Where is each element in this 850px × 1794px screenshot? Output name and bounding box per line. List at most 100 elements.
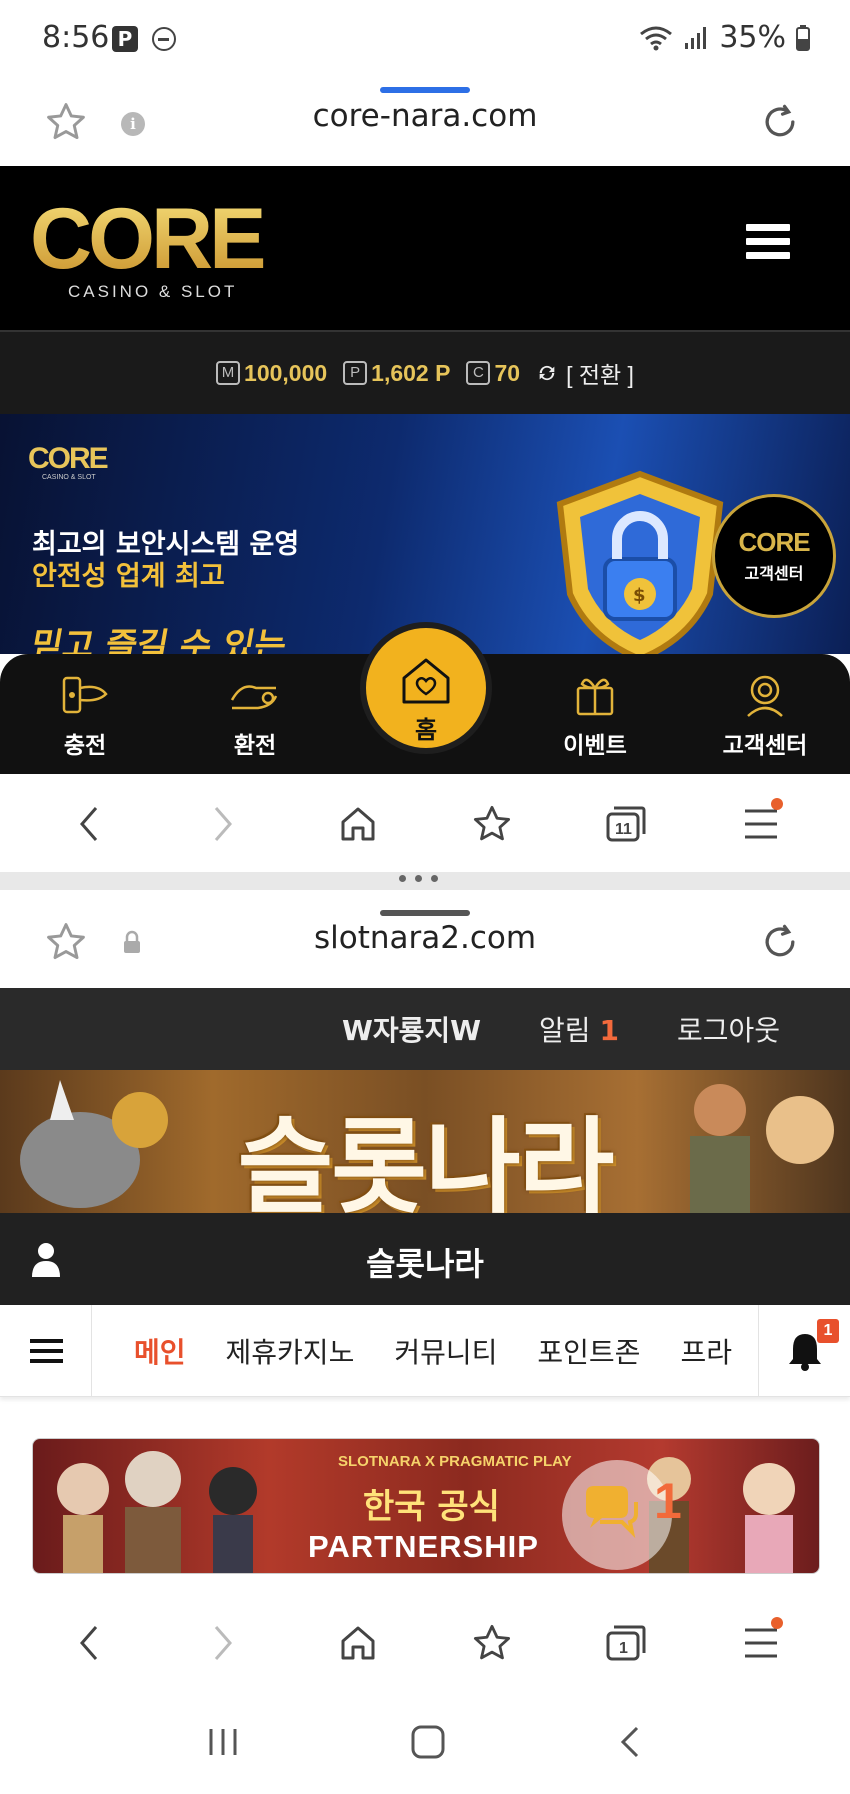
gods-characters-icon xyxy=(57,1451,257,1573)
recent-apps-icon[interactable] xyxy=(205,1726,241,1758)
tabs-icon: 1 xyxy=(606,1625,646,1661)
support-badge[interactable]: CORE 고객센터 xyxy=(712,494,836,618)
back-button[interactable] xyxy=(59,794,119,854)
nav-event[interactable]: 이벤트 xyxy=(510,654,680,774)
money-icon: M xyxy=(216,361,241,385)
back-button[interactable] xyxy=(59,1613,119,1673)
exchange-icon xyxy=(230,685,278,710)
nav-charge[interactable]: 충전 xyxy=(0,654,170,774)
bell-badge: 1 xyxy=(817,1319,839,1343)
home-button[interactable] xyxy=(328,794,388,854)
chat-count: 1 xyxy=(654,1473,682,1529)
do-not-disturb-icon xyxy=(152,27,176,51)
reload-icon[interactable] xyxy=(758,100,802,144)
parking-icon: P xyxy=(112,26,138,52)
back-arrow-icon xyxy=(80,1626,98,1660)
split-divider[interactable] xyxy=(0,872,850,890)
menu-button[interactable] xyxy=(731,794,791,854)
point-icon: P xyxy=(343,361,368,385)
drag-handle-icon[interactable] xyxy=(399,875,438,882)
slotnara-top-bar: W자룡지W 알림 1 로그아웃 xyxy=(0,988,850,1070)
home-square-icon[interactable] xyxy=(410,1724,446,1760)
window-handle[interactable] xyxy=(380,910,470,916)
shield-lock-icon: $ xyxy=(556,470,724,654)
username[interactable]: W자룡지W xyxy=(342,1009,481,1049)
forward-button[interactable] xyxy=(193,794,253,854)
menu-lines-icon xyxy=(744,809,777,839)
refresh-icon xyxy=(539,365,555,381)
menu-hamburger-icon[interactable] xyxy=(746,224,790,262)
nav-exchange[interactable]: 환전 xyxy=(170,654,340,774)
svg-text:CASINO & SLOT: CASINO & SLOT xyxy=(68,282,237,301)
tab-more[interactable]: 프라 xyxy=(680,1331,732,1371)
bottom-browser-nav: 1 xyxy=(0,1596,850,1690)
site-title[interactable]: 슬롯나라 xyxy=(0,1239,850,1285)
battery-text: 35% xyxy=(719,20,786,55)
security-banner[interactable]: CORE CASINO & SLOT 최고의 보안시스템 운영 안전성 업계 최고… xyxy=(0,414,850,654)
balance-bar: M 100,000 P 1,602 P C 70 [ 전환 ] xyxy=(0,330,850,414)
slotnara-banner[interactable]: 슬롯나라 xyxy=(0,1070,850,1213)
partnership-banner[interactable]: SLOTNARA X PRAGMATIC PLAY 한국 공식 PARTNERS… xyxy=(32,1438,820,1574)
window-handle-active[interactable] xyxy=(380,87,470,93)
forward-button[interactable] xyxy=(193,1613,253,1673)
menu-lines-icon xyxy=(744,1628,777,1658)
slotnara-user-bar: 슬롯나라 xyxy=(0,1213,850,1305)
notification-dot xyxy=(770,1617,783,1629)
tabs-button[interactable]: 11 xyxy=(596,794,656,854)
menu-button[interactable] xyxy=(731,1613,791,1673)
bookmarks-star-icon xyxy=(474,805,511,841)
top-browser-nav: 11 xyxy=(0,774,850,874)
core-logo[interactable]: CORE CASINO & SLOT xyxy=(28,194,283,304)
back-arrow-icon xyxy=(80,807,98,841)
home-heart-icon xyxy=(402,658,450,704)
notification-dot xyxy=(770,798,783,810)
top-url-bar: i core-nara.com xyxy=(0,80,850,165)
chat-icon xyxy=(586,1486,638,1539)
nav-support[interactable]: 고객센터 xyxy=(680,654,850,774)
charge-icon xyxy=(62,676,108,714)
wifi-icon xyxy=(640,26,673,50)
point-balance: P 1,602 P xyxy=(343,360,450,387)
svg-text:CASINO & SLOT: CASINO & SLOT xyxy=(42,474,96,481)
home-button[interactable] xyxy=(328,1613,388,1673)
core-header: CORE CASINO & SLOT xyxy=(0,166,850,330)
alarm-link[interactable]: 알림 1 xyxy=(539,1009,619,1049)
clock: 8:56 xyxy=(42,20,110,55)
nav-home[interactable]: 홈 xyxy=(360,622,492,754)
address-text[interactable]: slotnara2.com xyxy=(0,920,850,956)
chat-floating-button[interactable]: 1 xyxy=(562,1460,682,1570)
status-right: 35% xyxy=(639,20,810,55)
system-back-icon[interactable] xyxy=(615,1724,645,1760)
bookmarks-button[interactable] xyxy=(462,1613,522,1673)
alarm-count: 1 xyxy=(599,1014,619,1047)
banner-title: 슬롯나라 xyxy=(237,1106,615,1213)
tabs-button[interactable]: 1 xyxy=(596,1613,656,1673)
support-icon xyxy=(747,675,783,717)
battery-icon xyxy=(796,24,810,51)
partner-english-text: PARTNERSHIP xyxy=(308,1529,539,1564)
reload-icon[interactable] xyxy=(758,920,802,964)
menu-hamburger-icon[interactable] xyxy=(0,1305,92,1397)
signal-icon xyxy=(685,26,707,49)
switch-button[interactable]: [ 전환 ] xyxy=(536,356,634,390)
money-balance: M 100,000 xyxy=(216,360,327,387)
bookmarks-button[interactable] xyxy=(462,794,522,854)
home-icon xyxy=(341,1626,375,1660)
tab-count: 11 xyxy=(615,821,632,838)
tab-community[interactable]: 커뮤니티 xyxy=(394,1331,497,1371)
gift-icon xyxy=(576,678,614,716)
system-nav-bar xyxy=(0,1690,850,1794)
partner-logo: SLOTNARA X PRAGMATIC PLAY xyxy=(338,1453,572,1470)
tab-main[interactable]: 메인 xyxy=(134,1331,186,1371)
logout-link[interactable]: 로그아웃 xyxy=(677,1009,780,1049)
banner-line-3: 믿고 즐길 수 있는 xyxy=(27,626,290,654)
tab-partner-casino[interactable]: 제휴카지노 xyxy=(226,1331,355,1371)
notification-button[interactable]: 1 xyxy=(758,1305,850,1397)
bottom-url-bar: slotnara2.com xyxy=(0,890,850,988)
address-text[interactable]: core-nara.com xyxy=(0,98,850,134)
tabs-icon: 11 xyxy=(606,806,646,842)
home-icon xyxy=(341,807,375,841)
forward-arrow-icon xyxy=(215,1626,233,1660)
svg-text:$: $ xyxy=(633,585,646,606)
tab-point-zone[interactable]: 포인트존 xyxy=(537,1331,640,1371)
